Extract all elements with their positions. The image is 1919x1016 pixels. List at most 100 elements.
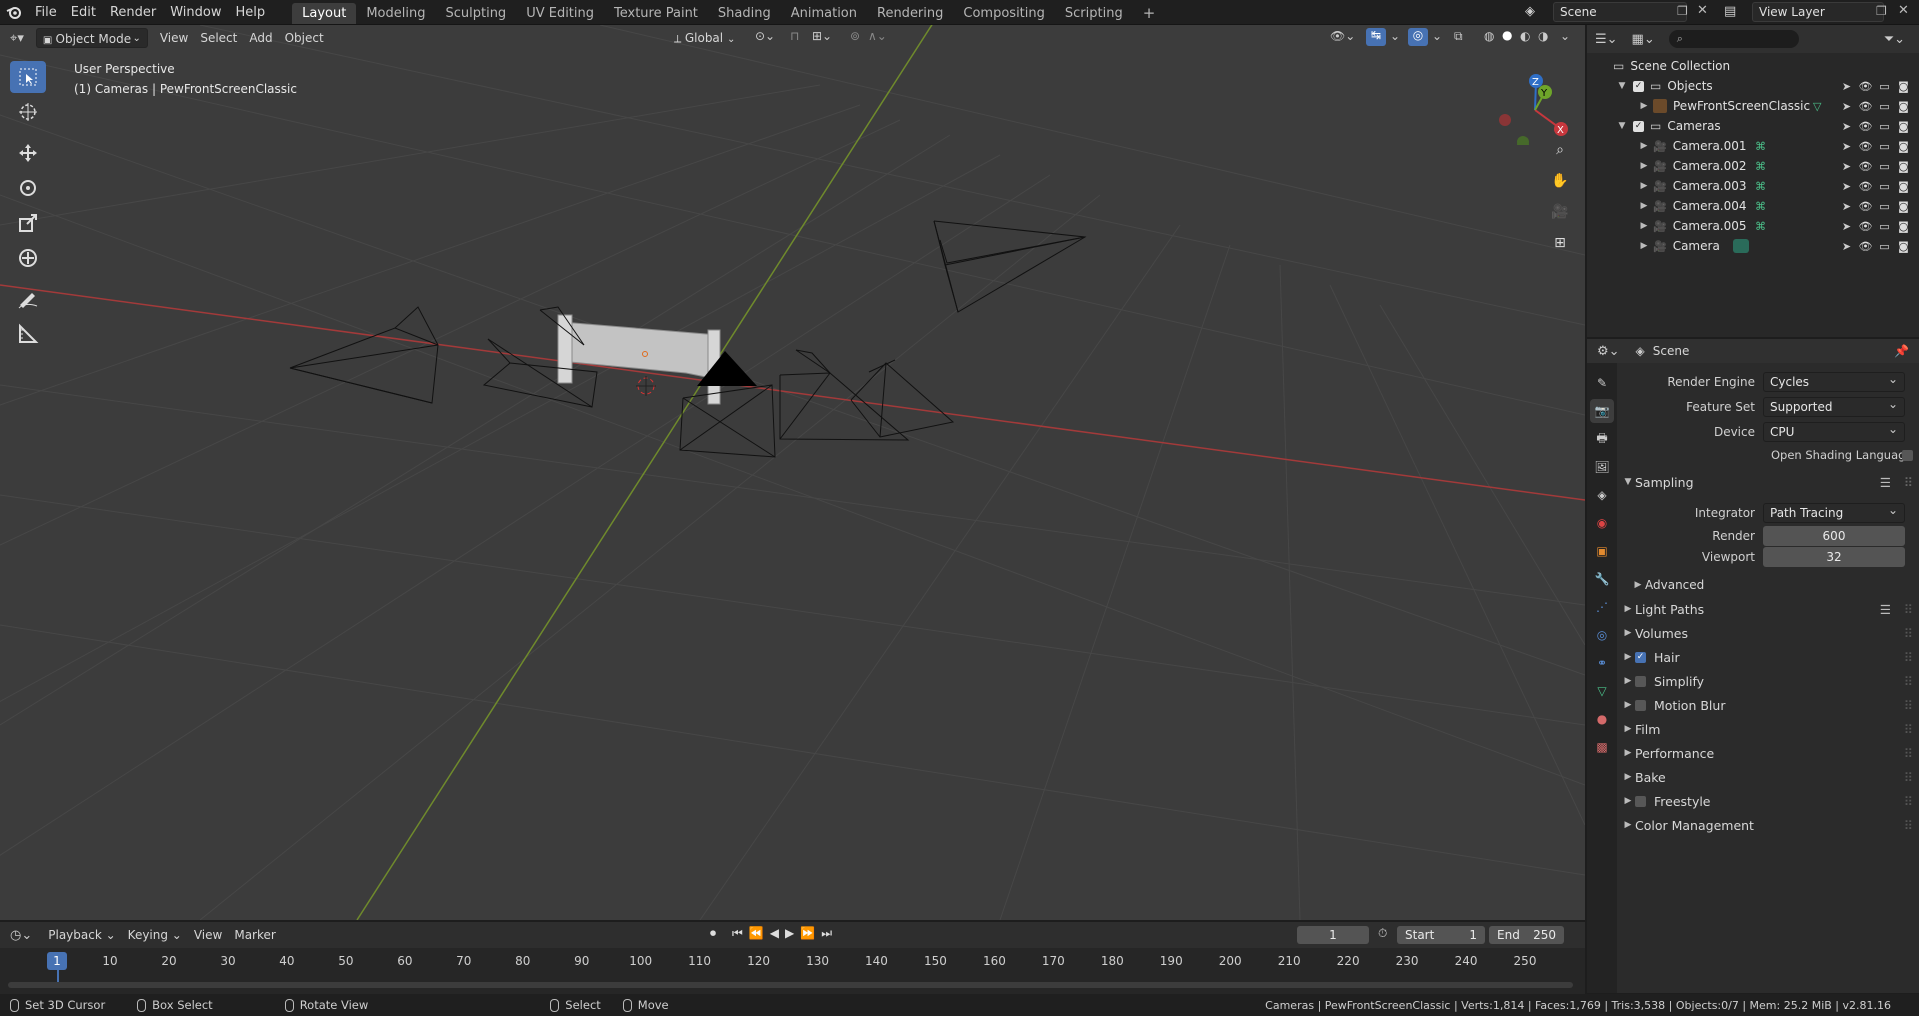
gizmo-toggle-icon[interactable]: ↹ [1366,28,1386,46]
blender-logo-icon[interactable] [0,0,28,25]
camera-data-active-icon[interactable] [1733,239,1749,253]
transform-orientation-dropdown[interactable]: ⟂ Global ⌄ [668,28,744,48]
panel-checkbox[interactable] [1635,795,1646,807]
tab-material[interactable]: ● [1590,707,1614,731]
outliner-object-row[interactable]: ▶ 🎥 Camera.001 ⌘ ➤ 👁 ▭ ◙ [1587,136,1919,156]
monitor-icon[interactable]: ▭ [1877,119,1892,134]
panel-checkbox[interactable] [1635,675,1646,687]
tab-world[interactable]: ◉ [1590,511,1614,535]
zoom-icon[interactable]: ⌕ [1547,137,1573,163]
tab-shading[interactable]: Shading [708,3,781,24]
jump-start-icon[interactable]: ⏮ [732,926,743,941]
properties-editor-icon[interactable]: ⚙⌄ [1597,344,1620,359]
monitor-icon[interactable]: ▭ [1877,179,1892,194]
editor-type-icon[interactable]: ⌖▾ [10,31,24,46]
display-mode-icon[interactable]: ▦⌄ [1632,32,1655,47]
tab-scene[interactable]: ◈ [1590,483,1614,507]
tab-animation[interactable]: Animation [781,3,867,24]
play-icon[interactable]: ▶ [785,926,794,941]
selectable-arrow-icon[interactable]: ➤ [1839,179,1854,194]
tab-uv-editing[interactable]: UV Editing [516,3,604,24]
render-camera-icon[interactable]: ◙ [1896,239,1911,254]
monitor-icon[interactable]: ▭ [1877,219,1892,234]
outliner-object-row[interactable]: ▶ 🎥 Camera.003 ⌘ ➤ 👁 ▭ ◙ [1587,176,1919,196]
vp-menu-select[interactable]: Select [194,28,243,48]
3d-viewport[interactable]: ⌖▾ ▣ Object Mode ⌄ View Select Add Objec… [0,25,1585,920]
selectable-arrow-icon[interactable]: ➤ [1839,219,1854,234]
annotate-tool[interactable] [10,283,46,315]
tab-constraints[interactable]: ⚭ [1590,651,1614,675]
delete-scene-icon[interactable]: ✕ [1697,3,1708,18]
monitor-icon[interactable]: ▭ [1877,79,1892,94]
panel-volumes[interactable]: ▶ Volumes ⠿ [1621,621,1919,645]
selectable-arrow-icon[interactable]: ➤ [1839,99,1854,114]
shading-wireframe-icon[interactable]: ◍ [1484,29,1494,43]
shading-rendered-icon[interactable]: ◑ [1538,29,1548,43]
transform-tool[interactable] [10,242,46,274]
tab-tool[interactable]: ✎ [1590,371,1614,395]
falloff-icon[interactable]: ∧⌄ [868,29,887,43]
menu-edit[interactable]: Edit [64,0,103,25]
timeline-ruler[interactable]: 1 10 20 30 40 50 60 70 80 90 100 110 120 130 140 150 16… [0,948,1585,994]
collection-row[interactable]: ▼ ✓ ▭ Cameras ➤ 👁 ▭ ◙ [1587,116,1919,136]
tab-sculpting[interactable]: Sculpting [435,3,516,24]
panel-checkbox[interactable]: ✓ [1635,651,1646,663]
collapsed-arrow-icon[interactable]: ▶ [1637,141,1651,151]
tab-modifiers[interactable]: 🔧 [1590,567,1614,591]
tab-output[interactable]: 🖶 [1590,427,1614,451]
vp-menu-add[interactable]: Add [243,28,278,48]
panel-bake[interactable]: ▶ Bake ⠿ [1621,765,1919,789]
tab-layout[interactable]: Layout [292,2,357,24]
outliner-object-row[interactable]: ▶ 🎥 Camera ➤ 👁 ▭ ◙ [1587,236,1919,256]
scene-selector[interactable]: Scene [1553,2,1687,22]
tab-view-layer[interactable]: 🖼 [1590,455,1614,479]
render-engine-dropdown[interactable]: Cycles [1763,370,1905,392]
tab-texture[interactable]: ▩ [1590,735,1614,759]
collapsed-arrow-icon[interactable]: ▶ [1637,221,1651,231]
collection-row[interactable]: ▼ ✓ ▭ Objects ➤ 👁 ▭ ◙ [1587,76,1919,96]
perspective-toggle-icon[interactable]: ⊞ [1547,230,1573,256]
scale-tool[interactable] [10,207,46,239]
overlays-chevron-icon[interactable]: ⌄ [1432,29,1442,43]
end-frame-field[interactable]: End 250 [1489,926,1564,944]
collection-checkbox[interactable]: ✓ [1633,80,1644,92]
drag-handle-icon[interactable]: ⠿ [1904,602,1913,617]
jump-end-icon[interactable]: ⏭ [821,926,832,941]
panel-motion-blur[interactable]: ▶ Motion Blur ⠿ [1621,693,1919,717]
viewport-samples-field[interactable]: 32 [1763,546,1905,567]
tab-modeling[interactable]: Modeling [356,3,435,24]
eye-icon[interactable]: 👁 [1858,139,1873,154]
selectable-arrow-icon[interactable]: ➤ [1839,159,1854,174]
shading-chevron-icon[interactable]: ⌄ [1560,29,1570,43]
gizmo-chevron-icon[interactable]: ⌄ [1390,29,1400,43]
selectable-arrow-icon[interactable]: ➤ [1839,199,1854,214]
new-scene-icon[interactable]: ❐ [1677,4,1688,18]
panel-hair[interactable]: ▶ ✓ Hair ⠿ [1621,645,1919,669]
eye-icon[interactable]: 👁 [1858,179,1873,194]
xray-toggle-icon[interactable]: ⧉ [1454,29,1463,44]
tab-render[interactable]: 📷 [1590,399,1614,423]
integrator-dropdown[interactable]: Path Tracing [1763,501,1905,523]
tl-menu-view[interactable]: View [188,925,228,945]
outliner-search-input[interactable]: ⌕ [1668,30,1799,48]
feature-set-dropdown[interactable]: Supported [1763,395,1905,417]
selectable-arrow-icon[interactable]: ➤ [1839,139,1854,154]
collapsed-arrow-icon[interactable]: ▶ [1637,101,1651,111]
mesh-data-icon[interactable]: ▽ [1813,100,1821,113]
navigation-gizmo[interactable]: Z X Y [1495,65,1575,145]
camera-data-icon[interactable]: ⌘ [1755,200,1766,213]
selectable-arrow-icon[interactable]: ➤ [1839,79,1854,94]
list-icon[interactable]: ☰ [1880,602,1891,617]
rotate-tool[interactable] [10,172,46,204]
tab-rendering[interactable]: Rendering [867,3,953,24]
shading-material-icon[interactable]: ◐ [1520,29,1530,43]
outliner-object-row[interactable]: ▶ PewFrontScreenClassic ▽ ➤ 👁 ▭ ◙ [1587,96,1919,116]
shading-solid-icon[interactable]: ● [1502,28,1512,42]
camera-view-icon[interactable]: 🎥 [1547,199,1573,225]
render-samples-field[interactable]: 600 [1763,525,1905,546]
selectable-arrow-icon[interactable]: ➤ [1839,119,1854,134]
render-camera-icon[interactable]: ◙ [1896,179,1911,194]
advanced-subsection[interactable]: ▶ Advanced [1621,573,1919,597]
outliner-object-row[interactable]: ▶ 🎥 Camera.004 ⌘ ➤ 👁 ▭ ◙ [1587,196,1919,216]
render-camera-icon[interactable]: ◙ [1896,199,1911,214]
